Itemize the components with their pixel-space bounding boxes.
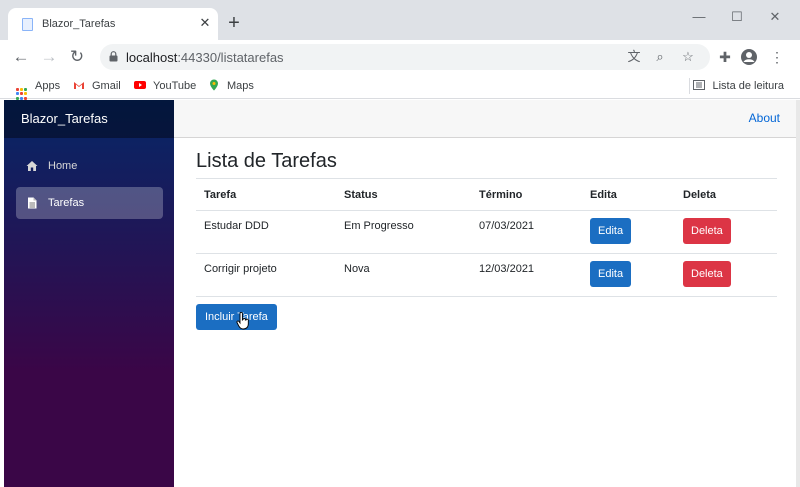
browser-toolbar: ← → ↻ localhost:44330/listatarefas 文 ⌕ ☆… — [0, 40, 800, 73]
bookmarks-divider — [689, 78, 690, 94]
column-header-edita: Edita — [582, 178, 675, 211]
forward-arrow-icon[interactable]: → — [38, 46, 60, 68]
close-window-button[interactable]: ✕ — [760, 8, 790, 26]
extensions-puzzle-icon[interactable]: ✚ — [716, 48, 734, 66]
edit-button[interactable]: Edita — [590, 261, 632, 287]
column-header-termino: Término — [471, 178, 582, 211]
column-header-tarefa: Tarefa — [196, 178, 336, 211]
delete-button[interactable]: Deleta — [683, 218, 731, 244]
sidebar-item-label: Home — [48, 160, 78, 172]
cell-termino: 07/03/2021 — [471, 210, 582, 254]
cell-tarefa: Estudar DDD — [196, 210, 336, 254]
sidebar-brand-bar: Blazor_Tarefas — [4, 100, 174, 138]
table-header-row: Tarefa Status Término Edita Deleta — [196, 178, 777, 211]
reload-icon[interactable]: ↻ — [66, 46, 88, 68]
page-favicon-icon — [22, 18, 33, 31]
maps-pin-icon — [210, 79, 218, 91]
cell-status: Nova — [336, 253, 471, 297]
sidebar: Blazor_Tarefas Home Tarefas — [4, 100, 174, 487]
lock-icon — [109, 51, 118, 62]
browser-tab[interactable]: Blazor_Tarefas ✕ — [8, 8, 218, 41]
page-viewport: Blazor_Tarefas Home Tarefas About Lista … — [4, 100, 800, 487]
bookmarks-bar: Apps Gmail YouTube Maps Lista de leitura — [0, 73, 800, 100]
new-tab-button[interactable]: + — [224, 13, 244, 34]
table-row: Corrigir projeto Nova 12/03/2021 Edita D… — [196, 253, 777, 297]
close-tab-icon[interactable]: ✕ — [196, 14, 214, 32]
top-row: About — [174, 100, 800, 138]
sidebar-item-home[interactable]: Home — [16, 150, 163, 182]
cell-tarefa: Corrigir projeto — [196, 253, 336, 297]
reading-list-button[interactable]: Lista de leitura — [693, 78, 784, 94]
brand-link[interactable]: Blazor_Tarefas — [21, 111, 108, 126]
bookmark-apps[interactable]: Apps — [16, 78, 60, 100]
column-header-deleta: Deleta — [675, 178, 777, 211]
bookmark-star-icon[interactable]: ☆ — [680, 49, 696, 65]
cell-edita: Edita — [582, 253, 675, 297]
profile-avatar-icon[interactable] — [740, 48, 758, 66]
delete-button[interactable]: Deleta — [683, 261, 731, 287]
home-icon — [26, 161, 38, 171]
main-area: About Lista de Tarefas Tarefa Status Tér… — [174, 100, 800, 487]
sidebar-item-tarefas[interactable]: Tarefas — [16, 187, 163, 219]
sidebar-item-label: Tarefas — [48, 197, 85, 209]
menu-kebab-icon[interactable]: ⋮ — [768, 48, 786, 66]
bookmark-youtube[interactable]: YouTube — [134, 78, 196, 94]
tab-title: Blazor_Tarefas — [42, 18, 116, 30]
reading-list-icon — [693, 80, 706, 90]
maximize-button[interactable]: ☐ — [722, 8, 752, 26]
about-link[interactable]: About — [749, 111, 780, 125]
bookmark-gmail[interactable]: Gmail — [73, 78, 121, 94]
zoom-icon[interactable]: ⌕ — [652, 49, 668, 65]
cell-deleta: Deleta — [675, 253, 777, 297]
add-task-button[interactable]: Incluir Tarefa — [196, 304, 277, 330]
minimize-button[interactable]: — — [684, 8, 714, 26]
address-bar[interactable]: localhost:44330/listatarefas 文 ⌕ ☆ — [100, 44, 710, 70]
edit-button[interactable]: Edita — [590, 218, 632, 244]
column-header-status: Status — [336, 178, 471, 211]
content: Lista de Tarefas Tarefa Status Término E… — [196, 150, 780, 330]
browser-tabstrip: Blazor_Tarefas ✕ + — ☐ ✕ — [0, 0, 800, 41]
cell-edita: Edita — [582, 210, 675, 254]
page-title: Lista de Tarefas — [196, 150, 337, 172]
cell-deleta: Deleta — [675, 210, 777, 254]
translate-icon[interactable]: 文 — [626, 49, 642, 65]
document-icon — [28, 197, 37, 209]
tasks-table: Tarefa Status Término Edita Deleta Estud… — [196, 178, 777, 297]
back-arrow-icon[interactable]: ← — [10, 46, 32, 68]
gmail-icon — [74, 82, 84, 89]
cell-termino: 12/03/2021 — [471, 253, 582, 297]
hand-cursor-icon — [236, 312, 249, 330]
youtube-icon — [134, 81, 146, 89]
cell-status: Em Progresso — [336, 210, 471, 254]
url-text: localhost:44330/listatarefas — [126, 50, 284, 65]
bookmark-maps[interactable]: Maps — [208, 78, 254, 94]
window-edge — [796, 100, 800, 487]
table-row: Estudar DDD Em Progresso 07/03/2021 Edit… — [196, 210, 777, 254]
apps-grid-icon — [16, 88, 28, 100]
